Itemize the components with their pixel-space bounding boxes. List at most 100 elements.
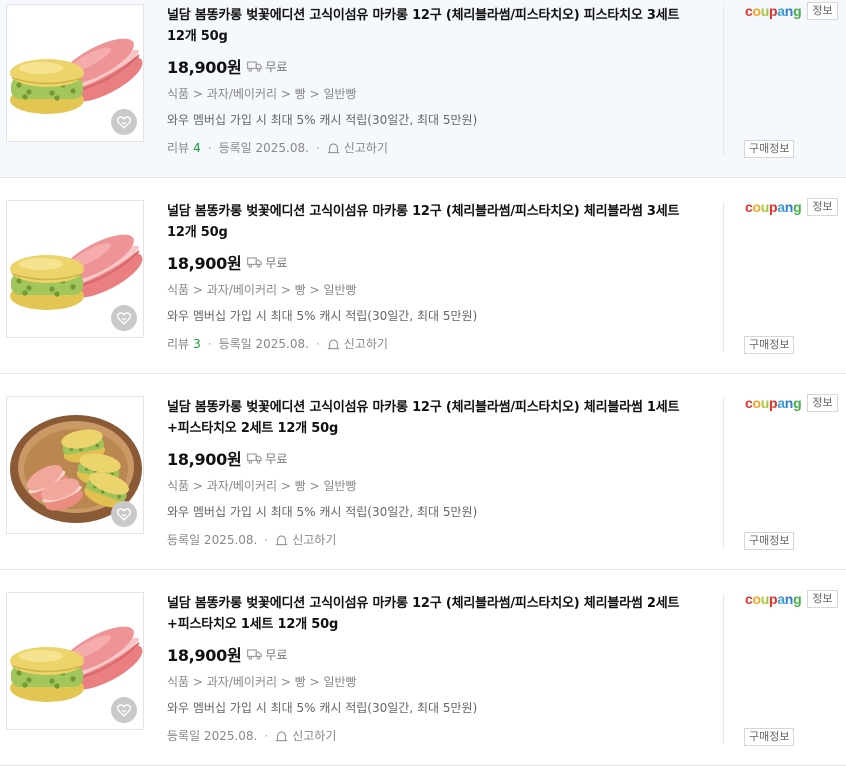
cashback-benefit: 와우 멤버십 가입 시 최대 5% 캐시 적립(30일간, 최대 5만원) — [167, 701, 478, 715]
mall-info-button[interactable]: 정보 — [807, 590, 838, 608]
mall-logo-letter: o — [752, 395, 762, 411]
registered-date: 등록일 2025.08. — [218, 337, 309, 351]
product-price: 18,900원 — [167, 450, 242, 469]
category-breadcrumb: 식품 > 과자/베이커리 > 빵 > 일반빵 — [167, 283, 357, 297]
mall-logo-letter: o — [752, 591, 762, 607]
product-item: 널담 봄똥카롱 벚꽃에디션 고식이섬유 마카롱 12구 (체리블라썸/피스타치오… — [0, 392, 846, 570]
cashback-benefit: 와우 멤버십 가입 시 최대 5% 캐시 적립(30일간, 최대 5만원) — [167, 505, 478, 519]
purchase-info-button[interactable]: 구매정보 — [744, 336, 795, 354]
mall-logo-link[interactable]: coupang — [745, 3, 802, 19]
category-breadcrumb: 식품 > 과자/베이커리 > 빵 > 일반빵 — [167, 675, 357, 689]
product-item: 널담 봄똥카롱 벚꽃에디션 고식이섬유 마카롱 12구 (체리블라썸/피스타치오… — [0, 0, 846, 178]
heart-icon[interactable] — [111, 501, 137, 527]
shipping-fee: 무료 — [265, 255, 288, 270]
shipping-fee: 무료 — [265, 451, 288, 466]
cashback-benefit: 와우 멤버십 가입 시 최대 5% 캐시 적립(30일간, 최대 5만원) — [167, 113, 478, 127]
mall-logo-letter: c — [745, 591, 753, 607]
mall-logo-letter: g — [793, 395, 802, 411]
heart-icon[interactable] — [111, 305, 137, 331]
price-row: 18,900원 무료 — [167, 251, 712, 273]
siren-icon — [276, 535, 288, 546]
mall-info-button[interactable]: 정보 — [807, 394, 838, 412]
category-breadcrumb: 식품 > 과자/베이커리 > 빵 > 일반빵 — [167, 479, 357, 493]
purchase-info-button[interactable]: 구매정보 — [744, 140, 795, 158]
separator-dot: · — [315, 337, 320, 351]
category-breadcrumb: 식품 > 과자/베이커리 > 빵 > 일반빵 — [167, 87, 357, 101]
truck-icon — [247, 256, 263, 268]
product-title-link[interactable]: 널담 봄똥카롱 벚꽃에디션 고식이섬유 마카롱 12구 (체리블라썸/피스타치오… — [167, 201, 712, 243]
mall-logo-letter: n — [784, 395, 794, 411]
product-item: 널담 봄똥카롱 벚꽃에디션 고식이섬유 마카롱 12구 (체리블라썸/피스타치오… — [0, 588, 846, 766]
mall-logo-letter: a — [777, 591, 785, 607]
heart-icon[interactable] — [111, 697, 137, 723]
mall-logo-letter: a — [777, 199, 785, 215]
mall-logo-letter: c — [745, 3, 753, 19]
heart-icon[interactable] — [111, 109, 137, 135]
product-thumbnail[interactable] — [6, 396, 144, 534]
product-info: 널담 봄똥카롱 벚꽃에디션 고식이섬유 마카롱 12구 (체리블라썸/피스타치오… — [167, 5, 712, 157]
report-button[interactable]: 신고하기 — [327, 139, 388, 157]
mall-logo-letter: o — [752, 199, 762, 215]
product-thumbnail[interactable] — [6, 200, 144, 338]
purchase-info-button[interactable]: 구매정보 — [744, 532, 795, 550]
mall-logo-letter: n — [784, 3, 794, 19]
product-meta: 등록일 2025.08. · 신고하기 — [167, 727, 712, 745]
separator-dot: · — [264, 533, 269, 547]
divider — [723, 594, 724, 744]
mall-info: coupang 정보 — [745, 2, 838, 20]
price-row: 18,900원 무료 — [167, 55, 712, 77]
registered-date: 등록일 2025.08. — [167, 533, 258, 547]
product-meta: 리뷰 3 · 등록일 2025.08. · 신고하기 — [167, 335, 712, 353]
product-title-link[interactable]: 널담 봄똥카롱 벚꽃에디션 고식이섬유 마카롱 12구 (체리블라썸/피스타치오… — [167, 593, 712, 635]
truck-icon — [247, 60, 263, 72]
registered-date: 등록일 2025.08. — [218, 141, 309, 155]
report-label: 신고하기 — [343, 141, 388, 155]
divider — [723, 6, 724, 156]
mall-logo-letter: u — [760, 199, 770, 215]
cashback-benefit: 와우 멤버십 가입 시 최대 5% 캐시 적립(30일간, 최대 5만원) — [167, 309, 478, 323]
product-title-link[interactable]: 널담 봄똥카롱 벚꽃에디션 고식이섬유 마카롱 12구 (체리블라썸/피스타치오… — [167, 5, 712, 47]
mall-logo-letter: u — [760, 3, 770, 19]
product-price: 18,900원 — [167, 58, 242, 77]
report-label: 신고하기 — [343, 337, 388, 351]
mall-logo-letter: o — [752, 3, 762, 19]
mall-logo-letter: u — [760, 395, 770, 411]
mall-logo-letter: u — [760, 591, 770, 607]
mall-logo-letter: g — [793, 199, 802, 215]
siren-icon — [327, 339, 339, 350]
product-item: 널담 봄똥카롱 벚꽃에디션 고식이섬유 마카롱 12구 (체리블라썸/피스타치오… — [0, 196, 846, 374]
mall-logo-letter: g — [793, 3, 802, 19]
product-meta: 등록일 2025.08. · 신고하기 — [167, 531, 712, 549]
purchase-info-button[interactable]: 구매정보 — [744, 728, 795, 746]
product-thumbnail[interactable] — [6, 4, 144, 142]
mall-info-button[interactable]: 정보 — [807, 198, 838, 216]
product-price: 18,900원 — [167, 254, 242, 273]
truck-icon — [247, 452, 263, 464]
mall-info: coupang 정보 — [745, 590, 838, 608]
review-link[interactable]: 리뷰 3 — [167, 335, 201, 353]
product-meta: 리뷰 4 · 등록일 2025.08. · 신고하기 — [167, 139, 712, 157]
mall-logo-link[interactable]: coupang — [745, 591, 802, 607]
review-link[interactable]: 리뷰 4 — [167, 139, 201, 157]
separator-dot: · — [207, 141, 212, 155]
review-count[interactable]: 3 — [193, 337, 201, 351]
mall-logo-link[interactable]: coupang — [745, 199, 802, 215]
mall-info-button[interactable]: 정보 — [807, 2, 838, 20]
review-count[interactable]: 4 — [193, 141, 201, 155]
mall-logo-letter: n — [784, 199, 794, 215]
product-thumbnail[interactable] — [6, 592, 144, 730]
product-info: 널담 봄똥카롱 벚꽃에디션 고식이섬유 마카롱 12구 (체리블라썸/피스타치오… — [167, 397, 712, 549]
report-button[interactable]: 신고하기 — [275, 727, 336, 745]
mall-logo-link[interactable]: coupang — [745, 395, 802, 411]
product-list: 널담 봄똥카롱 벚꽃에디션 고식이섬유 마카롱 12구 (체리블라썸/피스타치오… — [0, 0, 846, 766]
report-button[interactable]: 신고하기 — [327, 335, 388, 353]
shipping-fee: 무료 — [265, 59, 288, 74]
product-title-link[interactable]: 널담 봄똥카롱 벚꽃에디션 고식이섬유 마카롱 12구 (체리블라썸/피스타치오… — [167, 397, 712, 439]
report-label: 신고하기 — [292, 533, 337, 547]
price-row: 18,900원 무료 — [167, 643, 712, 665]
mall-logo-letter: n — [784, 591, 794, 607]
mall-logo-letter: g — [793, 591, 802, 607]
report-button[interactable]: 신고하기 — [275, 531, 336, 549]
shipping-fee: 무료 — [265, 647, 288, 662]
report-label: 신고하기 — [292, 729, 337, 743]
